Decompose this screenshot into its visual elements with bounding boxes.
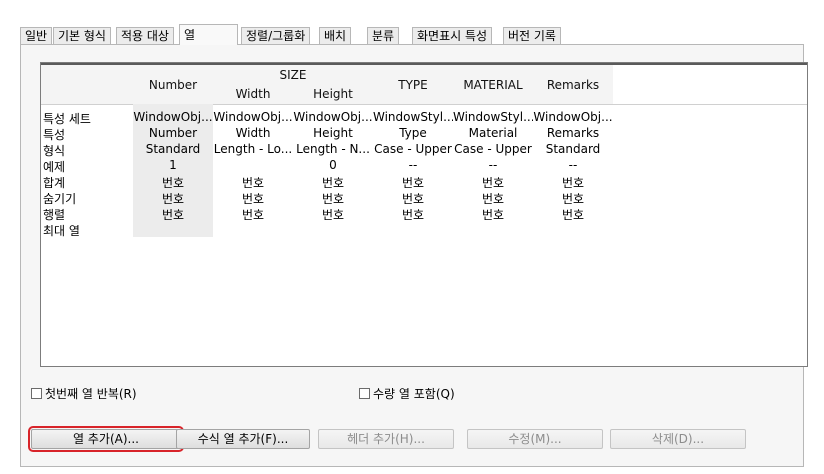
row-label-total: 합계: [43, 176, 66, 190]
row-label-matrix: 행렬: [43, 208, 66, 222]
cell-width-property-set[interactable]: WindowObj...: [213, 110, 293, 124]
cell-remarks-example[interactable]: --: [533, 158, 613, 172]
row-label-example: 예제: [43, 160, 66, 174]
checkbox-box[interactable]: [359, 388, 370, 399]
cell-type-matrix[interactable]: 번호: [373, 206, 453, 223]
checkbox-box[interactable]: [31, 388, 42, 399]
cell-number-property-set[interactable]: WindowObj...: [133, 110, 213, 124]
cell-width-hide[interactable]: 번호: [213, 190, 293, 207]
cell-remarks-property-set[interactable]: WindowObj...: [533, 110, 613, 124]
cell-type-format[interactable]: Case - Upper: [373, 142, 453, 156]
cell-material-total[interactable]: 번호: [453, 174, 533, 191]
cell-type-property[interactable]: Type: [373, 126, 453, 140]
include-quantity-column-label: 수량 열 포함(Q): [373, 387, 455, 401]
header-width[interactable]: Width: [213, 84, 294, 105]
header-empty-area: [613, 65, 807, 105]
include-quantity-column-checkbox[interactable]: 수량 열 포함(Q): [359, 385, 455, 402]
cell-number-property[interactable]: Number: [133, 126, 213, 140]
tab-applies-to[interactable]: 적용 대상: [116, 27, 174, 44]
add-column-button[interactable]: 열 추가(A)...: [28, 426, 184, 452]
cell-height-format[interactable]: Length - N...: [293, 142, 373, 156]
cell-number-format[interactable]: Standard: [133, 142, 213, 156]
cell-width-format[interactable]: Length - Lo...: [213, 142, 293, 156]
cell-number-hide[interactable]: 번호: [133, 190, 213, 207]
cell-height-hide[interactable]: 번호: [293, 190, 373, 207]
row-label-hide: 숨기기: [43, 192, 77, 206]
tab-layout[interactable]: 배치: [319, 27, 352, 44]
cell-width-matrix[interactable]: 번호: [213, 206, 293, 223]
columns-grid[interactable]: Number SIZE Width Height TYPE MATERIAL R…: [40, 62, 808, 367]
cell-material-hide[interactable]: 번호: [453, 190, 533, 207]
cell-number-matrix[interactable]: 번호: [133, 206, 213, 223]
cell-height-example[interactable]: 0: [293, 158, 373, 172]
cell-remarks-hide[interactable]: 번호: [533, 190, 613, 207]
cell-material-property-set[interactable]: WindowStyl...: [453, 110, 533, 124]
cell-type-hide[interactable]: 번호: [373, 190, 453, 207]
cell-remarks-total[interactable]: 번호: [533, 174, 613, 191]
cell-height-property-set[interactable]: WindowObj...: [293, 110, 373, 124]
cell-height-total[interactable]: 번호: [293, 174, 373, 191]
cell-width-property[interactable]: Width: [213, 126, 293, 140]
cell-material-format[interactable]: Case - Upper: [453, 142, 533, 156]
header-remarks[interactable]: Remarks: [533, 65, 614, 105]
cell-height-matrix[interactable]: 번호: [293, 206, 373, 223]
row-label-property-set: 특성 세트: [43, 112, 91, 126]
cell-remarks-matrix[interactable]: 번호: [533, 206, 613, 223]
cell-type-example[interactable]: --: [373, 158, 453, 172]
cell-material-property[interactable]: Material: [453, 126, 533, 140]
add-formula-column-button[interactable]: 수식 열 추가(F)...: [176, 429, 310, 449]
repeat-first-column-checkbox[interactable]: 첫번째 열 반복(R): [31, 385, 137, 402]
cell-number-total[interactable]: 번호: [133, 174, 213, 191]
tab-sorting-grouping[interactable]: 정렬/그룹화: [241, 27, 311, 44]
cell-remarks-property[interactable]: Remarks: [533, 126, 613, 140]
add-header-button[interactable]: 헤더 추가(H)...: [318, 429, 454, 449]
row-label-format: 형식: [43, 144, 66, 158]
repeat-first-column-label: 첫번째 열 반복(R): [45, 387, 137, 401]
cell-width-total[interactable]: 번호: [213, 174, 293, 191]
cell-type-total[interactable]: 번호: [373, 174, 453, 191]
tab-general[interactable]: 일반: [20, 27, 53, 44]
cell-type-property-set[interactable]: WindowStyl...: [373, 110, 453, 124]
tab-display-properties[interactable]: 화면표시 특성: [412, 27, 493, 44]
cell-material-matrix[interactable]: 번호: [453, 206, 533, 223]
style-manager-dialog: 일반 기본 형식 적용 대상 열 정렬/그룹화 배치 분류 화면표시 특성 버전…: [0, 0, 824, 474]
tab-version-history[interactable]: 버전 기록: [503, 27, 561, 44]
header-size-group[interactable]: SIZE: [213, 65, 374, 85]
cell-remarks-format[interactable]: Standard: [533, 142, 613, 156]
row-label-max-columns: 최대 열: [43, 224, 80, 238]
tab-columns[interactable]: 열: [179, 24, 238, 45]
cell-height-property[interactable]: Height: [293, 126, 373, 140]
header-height[interactable]: Height: [293, 84, 374, 105]
tab-default-format[interactable]: 기본 형식: [53, 27, 111, 44]
header-type[interactable]: TYPE: [373, 65, 454, 105]
delete-button[interactable]: 삭제(D)...: [610, 429, 746, 449]
tab-classification[interactable]: 분류: [367, 27, 400, 44]
header-material[interactable]: MATERIAL: [453, 65, 534, 105]
corner-header: [41, 65, 134, 105]
cell-material-example[interactable]: --: [453, 158, 533, 172]
tab-strip: 일반 기본 형식 적용 대상 열 정렬/그룹화 배치 분류 화면표시 특성 버전…: [20, 24, 804, 45]
row-label-property: 특성: [43, 128, 66, 142]
header-number[interactable]: Number: [133, 65, 214, 105]
cell-number-example[interactable]: 1: [133, 158, 213, 172]
modify-button[interactable]: 수정(M)...: [467, 429, 603, 449]
